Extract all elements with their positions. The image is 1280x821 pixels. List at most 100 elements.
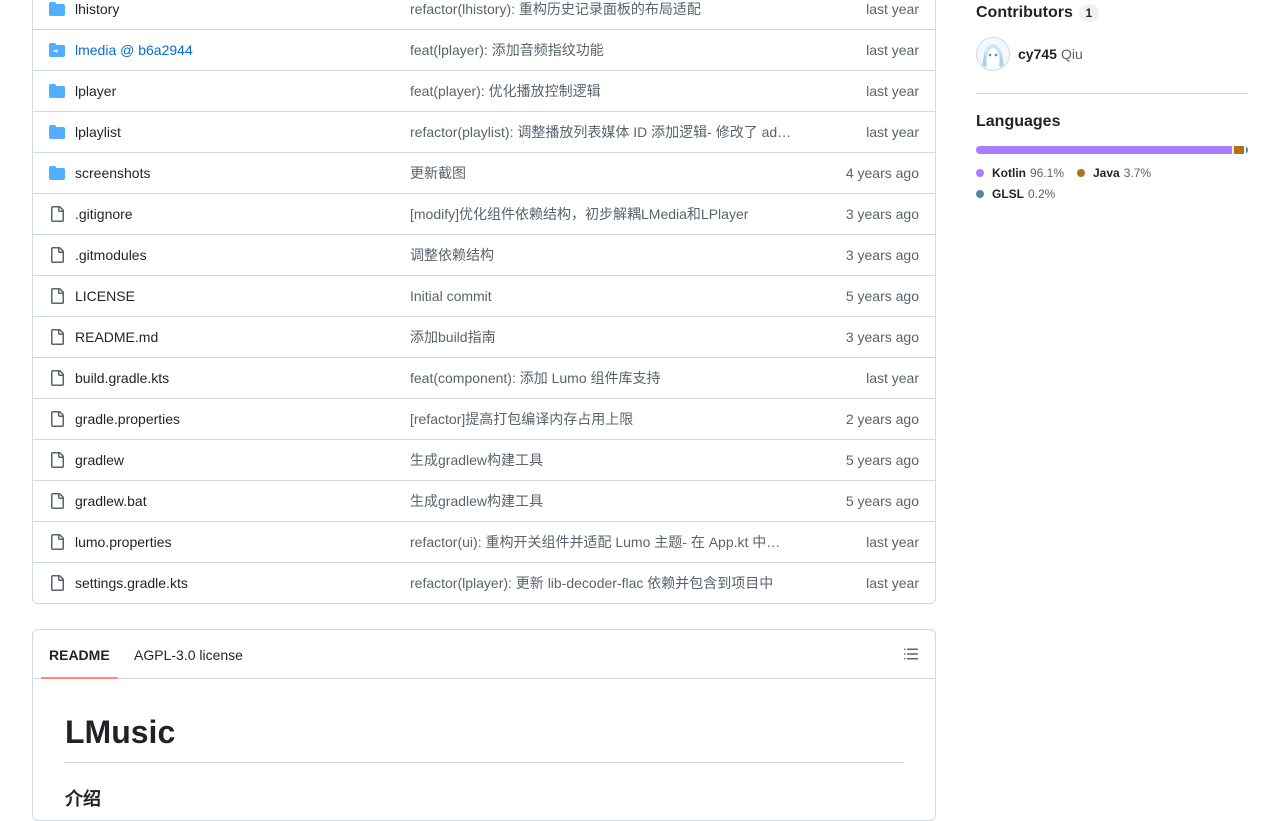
commit-date: 3 years ago [845,206,919,222]
table-row: lumo.properties refactor(ui): 重构开关组件并适配 L… [33,521,935,562]
file-link-lmedia-b6a2944[interactable]: lmedia @ b6a2944 [75,42,193,58]
commit-message[interactable]: 生成gradlew构建工具 [410,491,802,511]
table-row: README.md 添加build指南 3 years ago [33,316,935,357]
file-link-settings-gradle-kts[interactable]: settings.gradle.kts [75,575,188,591]
commit-message[interactable]: [refactor]提高打包编译内存占用上限 [410,409,802,429]
commit-date: 5 years ago [845,288,919,304]
file-icon [49,370,65,386]
language-name: Java [1093,166,1120,180]
file-icon [49,534,65,550]
commit-date: last year [866,124,919,140]
file-link-lplaylist[interactable]: lplaylist [75,124,121,140]
file-link-gradle-properties[interactable]: gradle.properties [75,411,180,427]
commit-message[interactable]: feat(lplayer): 添加音频指纹功能 [410,40,802,60]
language-bar-segment-java [1234,146,1244,154]
table-row: settings.gradle.kts refactor(lplayer): 更新… [33,562,935,603]
file-link-lplayer[interactable]: lplayer [75,83,116,99]
language-item-glsl[interactable]: GLSL 0.2% [976,187,1055,201]
commit-date: 3 years ago [845,247,919,263]
contributor-login: cy745 [1018,46,1057,62]
table-row: gradlew 生成gradlew构建工具 5 years ago [33,439,935,480]
commit-message[interactable]: refactor(lhistory): 重构历史记录面板的布局适配 [410,0,802,19]
commit-message[interactable]: 更新截图 [410,163,802,183]
commit-date: 4 years ago [845,165,919,181]
file-link-screenshots[interactable]: screenshots [75,165,150,181]
contributor-name: Qiu [1060,46,1083,62]
readme-tabs: README AGPL-3.0 license [33,630,935,679]
submodule-icon [49,42,65,58]
contributors-title: Contributors [976,4,1073,21]
commit-date: last year [866,0,919,17]
file-link-gradlew[interactable]: gradlew [75,452,124,468]
tab-readme[interactable]: README [41,630,118,679]
readme-title: LMusic [65,679,903,763]
file-link-build-gradle-kts[interactable]: build.gradle.kts [75,370,169,386]
languages-bar [976,146,1248,154]
table-row: build.gradle.kts feat(component): 添加 Lumo… [33,357,935,398]
file-link-lumo-properties[interactable]: lumo.properties [75,534,172,550]
commit-date: 5 years ago [845,493,919,509]
language-bar-segment-glsl [1246,146,1248,154]
commit-message[interactable]: feat(player): 优化播放控制逻辑 [410,81,802,101]
commit-message[interactable]: refactor(playlist): 调整播放列表媒体 ID 添加逻辑- 修改… [410,122,802,142]
language-color-dot [976,190,984,198]
table-row: gradlew.bat 生成gradlew构建工具 5 years ago [33,480,935,521]
table-row: lplaylist refactor(playlist): 调整播放列表媒体 ID… [33,111,935,152]
commit-date: last year [866,575,919,591]
language-name: GLSL [992,187,1024,201]
commit-message[interactable]: 添加build指南 [410,327,802,347]
file-link-readme-md[interactable]: README.md [75,329,158,345]
language-item-kotlin[interactable]: Kotlin 96.1% [976,166,1064,180]
commit-message[interactable]: Initial commit [410,288,802,304]
list-unordered-icon[interactable] [903,646,919,662]
table-row: lhistory refactor(lhistory): 重构历史记录面板的布局适… [33,0,935,29]
table-row: .gitmodules 调整依赖结构 3 years ago [33,234,935,275]
commit-message[interactable]: refactor(ui): 重构开关组件并适配 Lumo 主题- 在 App.k… [410,532,802,552]
languages-title: Languages [976,113,1061,130]
file-link-gitmodules[interactable]: .gitmodules [75,247,147,263]
commit-date: last year [866,534,919,550]
file-link-lhistory[interactable]: lhistory [75,1,119,17]
file-link-gradlew-bat[interactable]: gradlew.bat [75,493,147,509]
language-color-dot [976,169,984,177]
language-name: Kotlin [992,166,1026,180]
language-percent: 0.2% [1028,187,1056,201]
language-item-java[interactable]: Java 3.7% [1077,166,1151,180]
sidebar-divider [976,93,1248,94]
commit-message[interactable]: [modify]优化组件依赖结构，初步解耦LMedia和LPlayer [410,204,802,224]
file-table: lhistory refactor(lhistory): 重构历史记录面板的布局适… [32,0,936,604]
language-percent: 3.7% [1123,166,1152,180]
commit-date: 3 years ago [845,329,919,345]
contributors-heading[interactable]: Contributors 1 [976,4,1099,22]
file-icon [49,452,65,468]
contributors-count: 1 [1078,4,1099,22]
table-row: screenshots 更新截图 4 years ago [33,152,935,193]
folder-icon [49,83,65,99]
commit-date: 5 years ago [845,452,919,468]
table-row: LICENSE Initial commit 5 years ago [33,275,935,316]
file-icon [49,411,65,427]
commit-message[interactable]: 生成gradlew构建工具 [410,450,802,470]
commit-message[interactable]: feat(component): 添加 Lumo 组件库支持 [410,368,802,388]
file-link-gitignore[interactable]: .gitignore [75,206,133,222]
folder-icon [49,165,65,181]
table-row: lmedia @ b6a2944 feat(lplayer): 添加音频指纹功能 l… [33,29,935,70]
contributor-item[interactable]: cy745 Qiu [976,37,1083,71]
file-icon [49,206,65,222]
file-icon [49,493,65,509]
language-color-dot [1077,169,1085,177]
file-icon [49,575,65,591]
tab-license[interactable]: AGPL-3.0 license [134,630,243,678]
commit-date: last year [866,83,919,99]
file-link-license[interactable]: LICENSE [75,288,135,304]
commit-message[interactable]: refactor(lplayer): 更新 lib-decoder-flac 依… [410,573,802,593]
file-icon [49,329,65,345]
commit-message[interactable]: 调整依赖结构 [410,245,802,265]
commit-date: last year [866,42,919,58]
folder-icon [49,124,65,140]
table-row: .gitignore [modify]优化组件依赖结构，初步解耦LMedia和LP… [33,193,935,234]
file-icon [49,247,65,263]
avatar[interactable] [976,37,1010,71]
commit-date: last year [866,370,919,386]
readme-subtitle: 介绍 [65,789,101,809]
